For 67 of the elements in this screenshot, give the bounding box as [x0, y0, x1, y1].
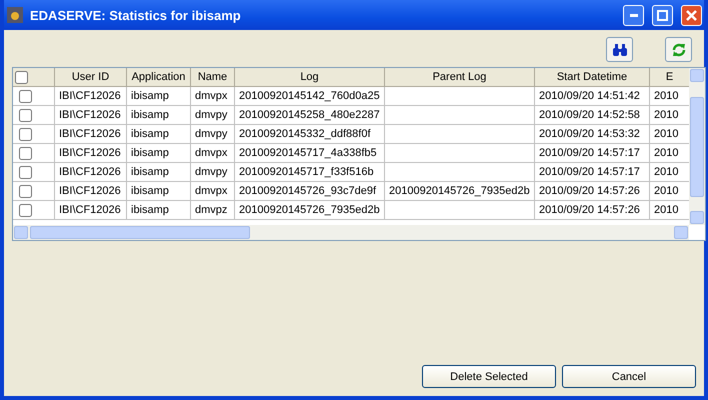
column-header[interactable]: Name [191, 68, 235, 87]
window-title: EDASERVE: Statistics for ibisamp [30, 8, 242, 22]
table-cell: 2010/09/20 14:57:17 [535, 163, 650, 182]
table-cell: ibisamp [127, 125, 191, 144]
row-checkbox[interactable] [19, 146, 32, 160]
table-cell: IBI\CF12026 [55, 201, 127, 220]
table-cell: 2010/09/20 14:53:32 [535, 125, 650, 144]
table-cell: 20100920145142_760d0a25 [235, 87, 385, 106]
table-cell: 2010/09/20 14:57:17 [535, 144, 650, 163]
binoculars-icon [612, 42, 628, 56]
row-checkbox[interactable] [19, 90, 32, 102]
table-cell: IBI\CF12026 [55, 182, 127, 201]
table-cell: 20100920145726_93c7de9f [235, 182, 385, 201]
table-cell: ibisamp [127, 87, 191, 106]
table-cell: 2010/09/20 14:52:58 [535, 106, 650, 125]
table-cell: 20100920145258_480e2287 [235, 106, 385, 125]
horizontal-scrollbar[interactable] [13, 225, 689, 240]
table-cell: dmvpz [191, 201, 235, 220]
row-checkbox[interactable] [19, 184, 32, 198]
column-header[interactable]: Log [235, 68, 385, 87]
row-checkbox[interactable] [19, 166, 32, 178]
column-header[interactable]: Start Datetime [535, 68, 650, 87]
column-header[interactable]: E [650, 68, 689, 87]
app-icon [6, 6, 24, 24]
table-cell: IBI\CF12026 [55, 87, 127, 106]
cancel-button[interactable]: Cancel [562, 365, 696, 388]
maximize-icon [657, 10, 668, 20]
refresh-button[interactable] [665, 37, 692, 62]
row-checkbox[interactable] [19, 204, 32, 216]
table-cell: 20100920145332_ddf88f0f [235, 125, 385, 144]
refresh-icon [670, 42, 686, 58]
table-cell: 20100920145726_7935ed2b [235, 201, 385, 220]
table-cell: ibisamp [127, 163, 191, 182]
table-cell: ibisamp [127, 106, 191, 125]
column-header[interactable]: User ID [55, 68, 127, 87]
table-cell: IBI\CF12026 [55, 125, 127, 144]
search-button[interactable] [606, 37, 633, 62]
table-cell: 20100920145717_4a338fb5 [235, 144, 385, 163]
maximize-button[interactable] [652, 4, 673, 26]
delete-selected-button[interactable]: Delete Selected [422, 365, 556, 388]
minimize-icon [630, 14, 638, 16]
row-checkbox[interactable] [19, 128, 32, 140]
table-cell: ibisamp [127, 182, 191, 201]
table-cell: 2010/09/20 14:57:26 [535, 201, 650, 220]
table-cell: ibisamp [127, 201, 191, 220]
vertical-scrollbar[interactable] [689, 68, 705, 225]
select-all-checkbox[interactable] [15, 70, 28, 84]
minimize-button[interactable] [623, 4, 644, 26]
table-cell: dmvpx [191, 87, 235, 106]
row-checkbox[interactable] [19, 108, 32, 122]
table-cell: 20100920145726_7935ed2b [385, 182, 535, 201]
column-header[interactable]: Application [127, 68, 191, 87]
table-cell: dmvpx [191, 144, 235, 163]
table-cell: dmvpy [191, 125, 235, 144]
table-cell: ibisamp [127, 144, 191, 163]
column-header[interactable]: Parent Log [385, 68, 535, 87]
table-cell: IBI\CF12026 [55, 144, 127, 163]
table-cell: 20100920145717_f33f516b [235, 163, 385, 182]
table-cell: dmvpy [191, 163, 235, 182]
table-cell: dmvpx [191, 182, 235, 201]
table-cell: IBI\CF12026 [55, 163, 127, 182]
table-cell: IBI\CF12026 [55, 106, 127, 125]
close-button[interactable] [681, 4, 702, 26]
table-cell: 2010/09/20 14:51:42 [535, 87, 650, 106]
close-icon [686, 10, 697, 20]
table-cell: 2010/09/20 14:57:26 [535, 182, 650, 201]
table-cell: dmvpy [191, 106, 235, 125]
